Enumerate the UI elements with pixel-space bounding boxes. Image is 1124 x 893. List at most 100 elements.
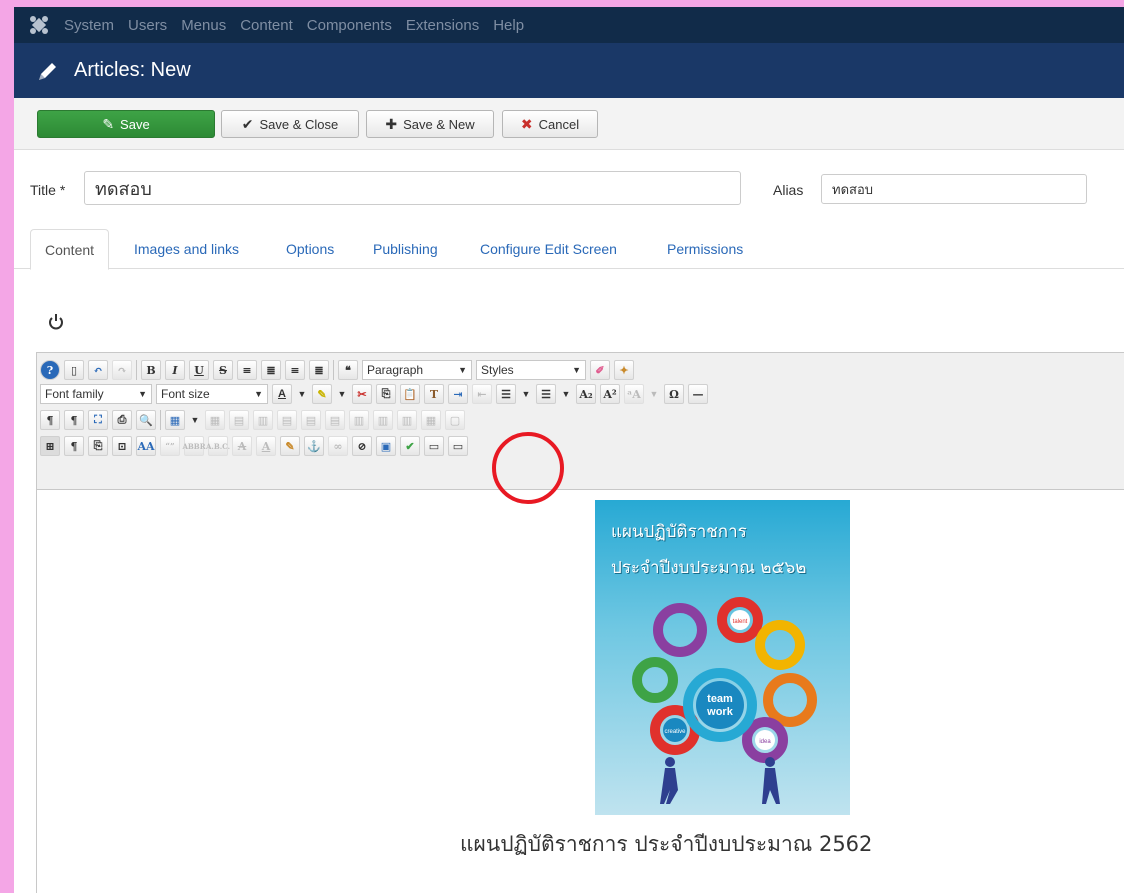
media-icon[interactable]: ▭ xyxy=(448,436,468,456)
chevron-down-icon[interactable]: ▼ xyxy=(648,384,660,404)
image-badge-talent: talent xyxy=(733,619,748,625)
alias-input[interactable]: ทดสอบ xyxy=(821,174,1087,204)
visual-aid-icon[interactable]: ⊞ xyxy=(40,436,60,456)
topnav-item-extensions[interactable]: Extensions xyxy=(406,17,479,34)
horizontal-rule-icon[interactable]: — xyxy=(688,384,708,404)
find-replace-icon[interactable]: 🔍 xyxy=(136,410,156,430)
acronym-icon[interactable]: A.B.C. xyxy=(206,436,230,456)
highlight-color-icon[interactable]: ✎ xyxy=(312,384,332,404)
delete-table-icon[interactable]: ▦ xyxy=(205,410,225,430)
insert-text-icon[interactable]: A xyxy=(256,436,276,456)
ltr-icon[interactable]: ¶ xyxy=(40,410,60,430)
insert-row-before-icon[interactable]: ▤ xyxy=(277,410,297,430)
insert-col-before-icon[interactable]: ▥ xyxy=(349,410,369,430)
topnav-item-menus[interactable]: Menus xyxy=(181,17,226,34)
help-icon[interactable]: ? xyxy=(40,360,60,380)
indent-icon[interactable]: ⇥ xyxy=(448,384,468,404)
spellcheck-icon[interactable]: ✔ xyxy=(400,436,420,456)
numbered-list-icon[interactable]: ☰ xyxy=(496,384,516,404)
save-button[interactable]: ✎ Save xyxy=(37,110,215,138)
chevron-down-icon[interactable]: ▼ xyxy=(296,384,308,404)
insert-col-after-icon[interactable]: ▥ xyxy=(373,410,393,430)
chevron-down-icon[interactable]: ▼ xyxy=(189,410,201,430)
topnav-item-system[interactable]: System xyxy=(64,17,114,34)
underline-icon[interactable]: U xyxy=(189,360,209,380)
outdent-icon[interactable]: ⇤ xyxy=(472,384,492,404)
cite-icon[interactable]: “” xyxy=(160,436,180,456)
template-icon[interactable]: ⊡ xyxy=(112,436,132,456)
topnav-item-components[interactable]: Components xyxy=(307,17,392,34)
topnav-item-content[interactable]: Content xyxy=(240,17,293,34)
align-right-icon[interactable]: ≣ xyxy=(309,360,329,380)
link-icon[interactable]: ∞ xyxy=(328,436,348,456)
anchor-icon[interactable]: ⚓ xyxy=(304,436,324,456)
paste-text-icon[interactable]: T xyxy=(424,384,444,404)
tab-configure-edit-screen[interactable]: Configure Edit Screen xyxy=(480,229,617,269)
topnav-item-help[interactable]: Help xyxy=(493,17,524,34)
special-character-icon[interactable]: Ω xyxy=(664,384,684,404)
align-justify-icon[interactable]: ≡ xyxy=(237,360,257,380)
bold-icon[interactable]: B xyxy=(141,360,161,380)
title-input[interactable]: ทดสอบ xyxy=(84,171,741,205)
superscript-icon[interactable]: A² xyxy=(600,384,620,404)
save-close-button[interactable]: ✔ Save & Close xyxy=(221,110,359,138)
redo-icon[interactable]: ↷ xyxy=(112,360,132,380)
print-icon[interactable]: ⎙ xyxy=(112,410,132,430)
delete-row-icon[interactable]: ▤ xyxy=(325,410,345,430)
image-icon[interactable]: ▣ xyxy=(376,436,396,456)
abbr-icon[interactable]: ABBR xyxy=(182,436,206,456)
chevron-down-icon[interactable]: ▼ xyxy=(336,384,348,404)
new-document-icon[interactable]: ▯ xyxy=(64,360,84,380)
cancel-button[interactable]: ✖ Cancel xyxy=(502,110,598,138)
tab-content[interactable]: Content xyxy=(30,229,110,270)
attributes-icon[interactable]: ✎ xyxy=(280,436,300,456)
topnav-item-users[interactable]: Users xyxy=(128,17,167,34)
insert-row-after-icon[interactable]: ▤ xyxy=(301,410,321,430)
copy-icon[interactable]: ⎘ xyxy=(376,384,396,404)
style-props-icon[interactable]: AA xyxy=(136,436,156,456)
rtl-icon[interactable]: ¶ xyxy=(64,410,84,430)
fullscreen-icon[interactable]: ⛶ xyxy=(88,410,108,430)
save-close-label: Save & Close xyxy=(259,116,339,132)
chevron-down-icon: ▼ xyxy=(254,389,263,399)
merge-cells-icon[interactable]: ▢ xyxy=(445,410,465,430)
cell-props-icon[interactable]: ▥ xyxy=(253,410,273,430)
cut-icon[interactable]: ✂ xyxy=(352,384,372,404)
joomla-logo-icon[interactable] xyxy=(14,7,64,43)
font-family-select[interactable]: Font family ▼ xyxy=(40,384,152,404)
tab-permissions[interactable]: Permissions xyxy=(667,229,743,269)
align-left-icon[interactable]: ≡ xyxy=(285,360,305,380)
format-select[interactable]: Paragraph ▼ xyxy=(362,360,472,380)
chevron-down-icon[interactable]: ▼ xyxy=(560,384,572,404)
row-props-icon[interactable]: ▤ xyxy=(229,410,249,430)
tab-options[interactable]: Options xyxy=(286,229,334,269)
undo-icon[interactable]: ↶ xyxy=(88,360,108,380)
article-image[interactable]: แผนปฏิบัติราชการ ประจำปีงบประมาณ ๒๕๖๒ te… xyxy=(595,500,850,815)
eraser-icon[interactable]: ✐ xyxy=(590,360,610,380)
split-cells-icon[interactable]: ▦ xyxy=(421,410,441,430)
clean-up-icon[interactable]: ✦ xyxy=(614,360,634,380)
tab-publishing[interactable]: Publishing xyxy=(373,229,438,269)
tab-images-links[interactable]: Images and links xyxy=(134,229,239,269)
styles-select[interactable]: Styles ▼ xyxy=(476,360,586,380)
strikethrough-icon[interactable]: S xyxy=(213,360,233,380)
text-color-icon[interactable]: A xyxy=(272,384,292,404)
save-new-button[interactable]: ✚ Save & New xyxy=(366,110,494,138)
paste-icon[interactable]: 📋 xyxy=(400,384,420,404)
delete-text-icon[interactable]: A xyxy=(232,436,252,456)
power-icon[interactable] xyxy=(48,313,64,331)
bulleted-list-icon[interactable]: ☰ xyxy=(536,384,556,404)
delete-col-icon[interactable]: ▥ xyxy=(397,410,417,430)
language-icon[interactable]: ᵃA xyxy=(624,384,644,404)
subscript-icon[interactable]: A₂ xyxy=(576,384,596,404)
chevron-down-icon[interactable]: ▼ xyxy=(520,384,532,404)
show-blocks-icon[interactable]: ¶ xyxy=(64,436,84,456)
font-size-select[interactable]: Font size ▼ xyxy=(156,384,268,404)
unlink-icon[interactable]: ⊘ xyxy=(352,436,372,456)
page-break-icon[interactable]: ⎘ xyxy=(88,436,108,456)
italic-icon[interactable]: I xyxy=(165,360,185,380)
blockquote-icon[interactable]: ❝ xyxy=(338,360,358,380)
table-icon[interactable]: ▦ xyxy=(165,410,185,430)
align-center-icon[interactable]: ≣ xyxy=(261,360,281,380)
nonbreaking-icon[interactable]: ▭ xyxy=(424,436,444,456)
